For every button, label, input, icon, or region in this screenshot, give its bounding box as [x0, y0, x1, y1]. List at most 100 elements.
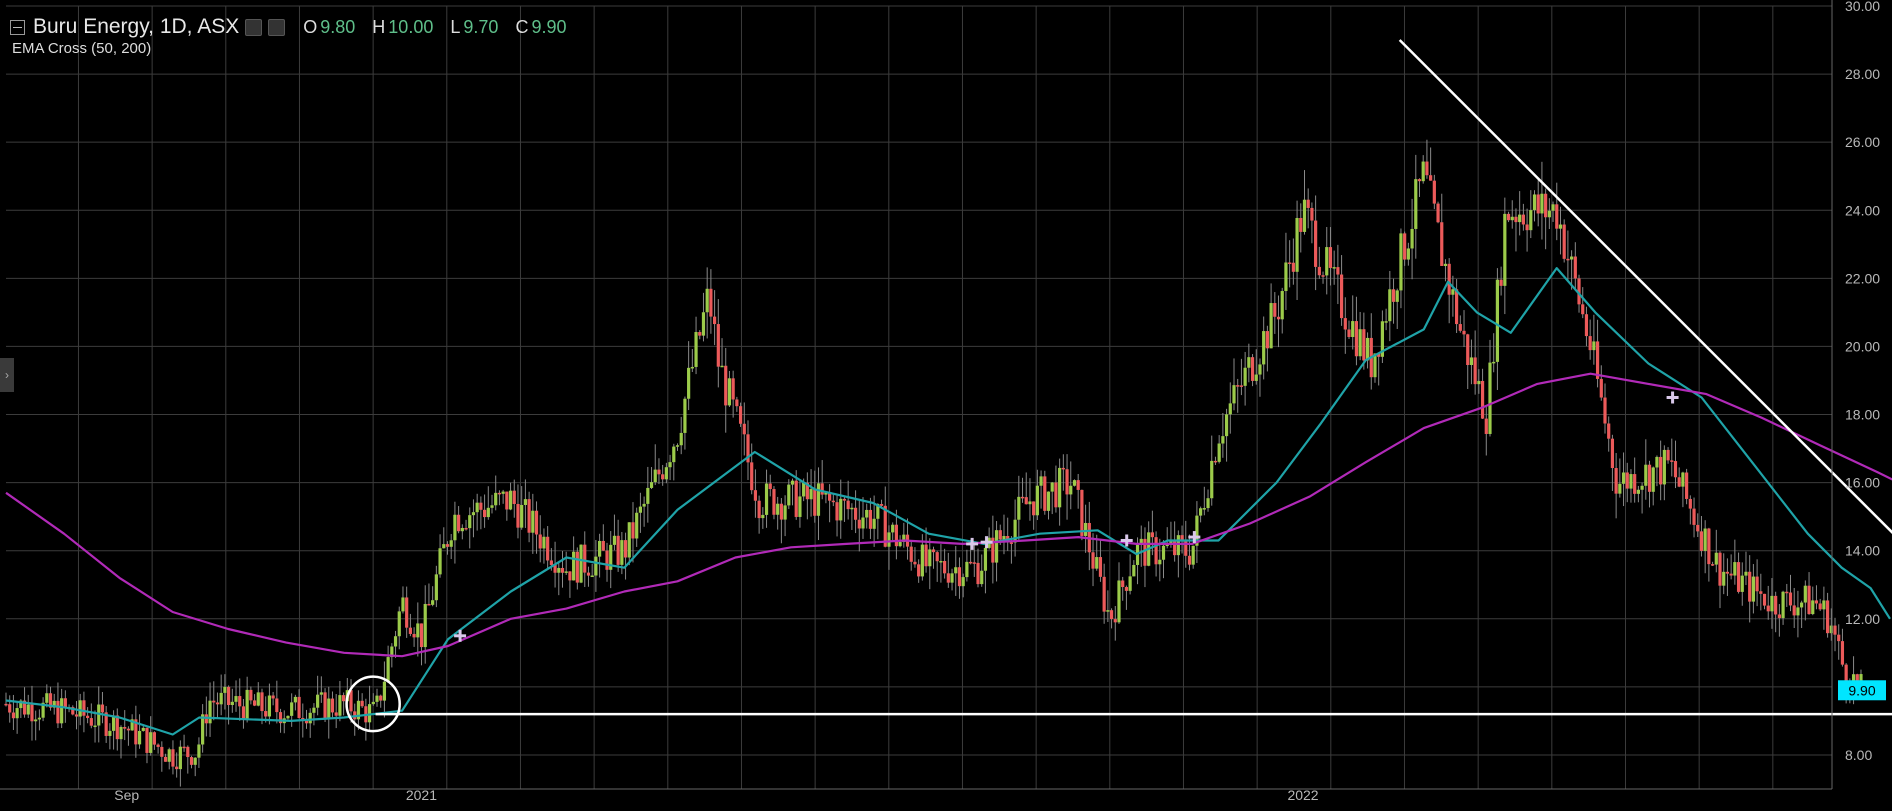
candle-down	[360, 700, 364, 707]
candle-up	[438, 548, 442, 575]
candle-up	[1039, 476, 1043, 486]
candle-up	[1002, 535, 1006, 540]
candle-down	[943, 560, 947, 574]
candle-down	[163, 756, 168, 762]
candle-down	[972, 562, 976, 564]
candle-down	[238, 696, 242, 707]
candle-up	[764, 483, 769, 515]
candle-down	[831, 500, 835, 503]
candle-down	[779, 503, 783, 520]
candle-up	[367, 704, 372, 723]
candle-up	[642, 503, 646, 507]
candle-up	[423, 603, 427, 648]
candle-down	[601, 540, 605, 551]
candle-down	[917, 564, 921, 577]
candle-down	[182, 746, 186, 749]
candle-up	[1284, 262, 1288, 292]
candle-down	[482, 509, 487, 518]
candle-up	[1629, 474, 1633, 489]
candle-up	[1796, 607, 1800, 616]
candle-down	[1091, 552, 1095, 569]
candle-down	[1729, 573, 1733, 576]
candle-up	[1232, 385, 1236, 404]
candle-down	[1173, 540, 1177, 556]
candle-down	[1291, 262, 1295, 272]
candle-down	[1759, 591, 1763, 594]
candle-down	[1748, 571, 1752, 602]
candle-up	[887, 532, 891, 547]
candle-up	[178, 746, 182, 770]
candle-down	[275, 698, 279, 713]
candle-up	[201, 714, 205, 745]
candle-up	[687, 367, 691, 399]
candle-up	[983, 547, 988, 571]
candle-down	[1521, 214, 1525, 225]
candle-down	[1584, 314, 1589, 337]
candle-up	[1518, 214, 1522, 223]
candle-up	[531, 510, 535, 533]
high-value: 10.00	[388, 16, 434, 37]
indicator-label[interactable]: EMA Cross (50, 200)	[12, 40, 578, 57]
candle-down	[1336, 267, 1340, 275]
candle-up	[635, 512, 639, 539]
candle-up	[1228, 403, 1232, 415]
candle-down	[1696, 524, 1700, 532]
candle-up	[1651, 467, 1655, 492]
candle-down	[156, 744, 160, 747]
candle-down	[857, 519, 861, 529]
candle-up	[891, 524, 895, 533]
candle-down	[1054, 482, 1058, 508]
collapse-icon[interactable]	[10, 19, 25, 35]
candle-up	[520, 505, 524, 528]
candle-down	[772, 489, 776, 515]
candle-down	[1633, 474, 1637, 494]
candle-up	[1058, 467, 1062, 508]
price-chart[interactable]: 30.00 28.00 26.00 24.00 22.00 20.00 18.00 16.00…	[0, 0, 1892, 811]
candle-down	[1480, 380, 1485, 419]
candle-up	[1822, 600, 1826, 610]
candle-down	[1499, 279, 1503, 286]
candle-down	[957, 567, 962, 587]
candle-up	[1069, 485, 1073, 495]
candle-down	[1566, 258, 1570, 261]
settings-icon[interactable]	[245, 18, 263, 36]
candle-up	[193, 757, 197, 765]
candle-up	[1132, 564, 1136, 577]
candle-up	[1655, 456, 1659, 468]
candle-down	[56, 700, 60, 724]
candle-up	[386, 657, 390, 682]
candle-up	[486, 507, 490, 518]
visibility-icon[interactable]	[268, 18, 286, 36]
candle-up	[783, 505, 787, 520]
candle-up	[1714, 552, 1718, 565]
candle-down	[1236, 385, 1240, 387]
candle-down	[1458, 324, 1462, 331]
candle-up	[375, 695, 379, 702]
candle-down	[1525, 224, 1529, 231]
candle-down	[1788, 592, 1793, 606]
candle-down	[215, 702, 220, 705]
candle-down	[1436, 203, 1440, 223]
candle-down	[1362, 329, 1366, 361]
candle-up	[97, 704, 101, 726]
candle-down	[794, 480, 798, 517]
candle-down	[8, 704, 12, 713]
candle-up	[1258, 364, 1262, 375]
candle-down	[1840, 641, 1845, 665]
candle-down	[334, 712, 338, 716]
candle-up	[475, 502, 479, 513]
candle-down	[115, 715, 119, 740]
candle-down	[4, 703, 8, 706]
candle-down	[909, 546, 913, 562]
candle-up	[338, 695, 342, 716]
candle-up	[1529, 210, 1533, 231]
side-panel-toggle[interactable]: ›	[0, 358, 14, 392]
candle-down	[1736, 562, 1741, 592]
candle-up	[468, 515, 472, 529]
y-tick-label: 26.00	[1845, 134, 1880, 150]
cross-marker	[980, 536, 993, 549]
candle-down	[1113, 619, 1117, 623]
candle-up	[954, 567, 958, 574]
candle-up	[397, 611, 401, 637]
candle-up	[393, 636, 398, 647]
